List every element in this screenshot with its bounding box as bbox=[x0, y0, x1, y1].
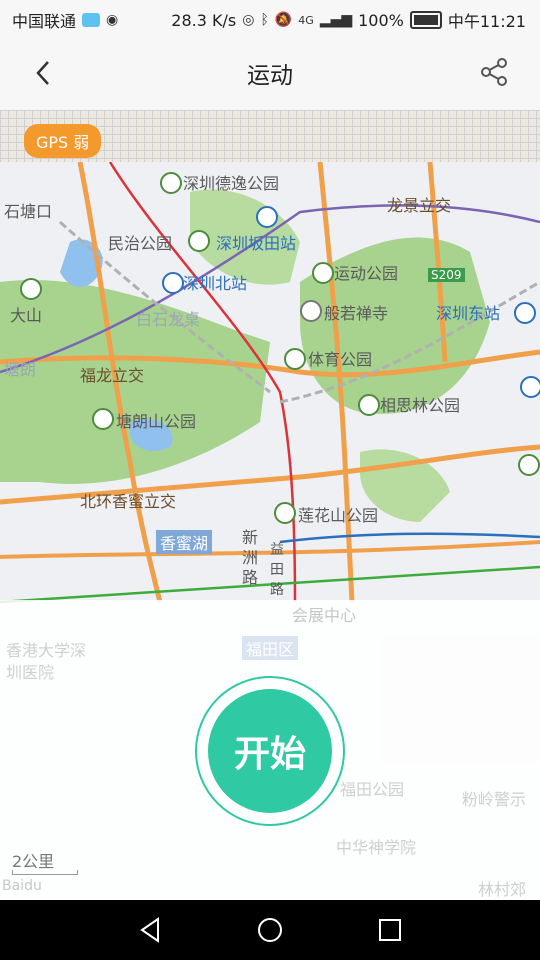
nav-header: 运动 bbox=[0, 36, 540, 110]
map-label: 香港大学深圳医院 bbox=[6, 641, 87, 682]
map-label: 北环香蜜立交 bbox=[80, 492, 177, 511]
map-label: 龙景立交 bbox=[387, 196, 452, 215]
map-label: 运动公园 bbox=[334, 264, 399, 283]
network-speed: 28.3 K/s bbox=[171, 10, 237, 30]
park-icon bbox=[312, 262, 334, 284]
park-icon bbox=[518, 454, 540, 476]
map-label: 体育公园 bbox=[308, 350, 373, 369]
map-label: 林村郊 bbox=[478, 880, 527, 899]
map-label: 民治公园 bbox=[108, 234, 173, 253]
mountain-icon bbox=[20, 278, 42, 300]
metro-icon bbox=[514, 302, 536, 324]
carrier-label: 中国联通 bbox=[12, 12, 77, 31]
back-nav-icon[interactable] bbox=[134, 914, 166, 946]
health-app-icon bbox=[82, 13, 101, 27]
bluetooth-icon: ᛒ bbox=[260, 12, 269, 28]
page-title: 运动 bbox=[247, 63, 293, 89]
map-label: 相思林公园 bbox=[380, 396, 461, 415]
park-icon bbox=[358, 394, 380, 416]
park-icon bbox=[284, 348, 306, 370]
map-label: 石塘口 bbox=[4, 202, 53, 221]
share-icon[interactable] bbox=[478, 56, 510, 88]
clock: 中午11:21 bbox=[447, 12, 526, 31]
map-label: 会展中心 bbox=[292, 606, 357, 625]
metro-line bbox=[279, 532, 540, 544]
gps-status-badge: GPS 弱 bbox=[24, 124, 102, 158]
map-label: 益田路 bbox=[270, 542, 284, 598]
map-label: 福田公园 bbox=[340, 780, 405, 799]
map-scale-label: 2公里 bbox=[12, 852, 55, 871]
home-nav-icon[interactable] bbox=[254, 914, 286, 946]
map-label: 深圳坂田站 bbox=[216, 234, 297, 253]
highway-shield: S209 bbox=[428, 268, 465, 282]
map-label: 塘朗山公园 bbox=[116, 412, 197, 431]
status-bar: 中国联通 ◉ 28.3 K/s ◎ ᛒ 🔕 4G ▂▄▆ 100% 中午11:2… bbox=[0, 0, 540, 36]
hotspot-icon: ◉ bbox=[106, 12, 119, 28]
map-label: 香蜜湖 bbox=[156, 530, 213, 554]
map-label: 白石龙桌 bbox=[136, 310, 201, 329]
map-label: 深圳东站 bbox=[436, 304, 501, 323]
map-label: 深圳德逸公园 bbox=[183, 174, 280, 193]
map-label: 福田区 bbox=[242, 636, 299, 660]
map-label: 塘朗 bbox=[4, 360, 37, 379]
map-label: 大山 bbox=[10, 306, 43, 325]
park-icon bbox=[160, 172, 182, 194]
map-label: 莲花山公园 bbox=[298, 506, 379, 525]
metro-icon bbox=[256, 206, 278, 228]
park-icon bbox=[92, 408, 114, 430]
metro-icon bbox=[162, 272, 184, 294]
map-scale-bar bbox=[12, 870, 78, 875]
map-label: 深圳北站 bbox=[183, 274, 248, 293]
metro-icon bbox=[520, 376, 540, 398]
map-label: 福龙立交 bbox=[80, 366, 145, 385]
temple-icon bbox=[300, 300, 322, 322]
start-button[interactable]: 开始 bbox=[208, 689, 332, 813]
baidu-logo: Baidu bbox=[2, 878, 42, 894]
map-label: 粉岭警示 bbox=[462, 790, 527, 809]
battery-percent: 100% bbox=[358, 10, 404, 30]
system-nav-bar bbox=[0, 900, 540, 960]
map-view[interactable]: GPS 弱 深圳德逸公园 龙景立交 石塘口 民治公园 深圳坂田站 深圳北站 运动… bbox=[0, 110, 540, 900]
map-label: 中华神学院 bbox=[336, 838, 417, 857]
park-icon bbox=[274, 502, 296, 524]
park-icon bbox=[188, 230, 210, 252]
network-type: 4G bbox=[298, 13, 314, 27]
location-icon: ◎ bbox=[242, 12, 255, 28]
mute-icon: 🔕 bbox=[274, 12, 293, 28]
back-arrow-icon[interactable] bbox=[32, 58, 56, 88]
map-label: 般若禅寺 bbox=[324, 304, 389, 323]
map-label: 新洲路 bbox=[242, 528, 259, 587]
recents-nav-icon[interactable] bbox=[374, 914, 406, 946]
signal-icon: ▂▄▆ bbox=[319, 12, 353, 28]
battery-icon bbox=[409, 11, 442, 29]
